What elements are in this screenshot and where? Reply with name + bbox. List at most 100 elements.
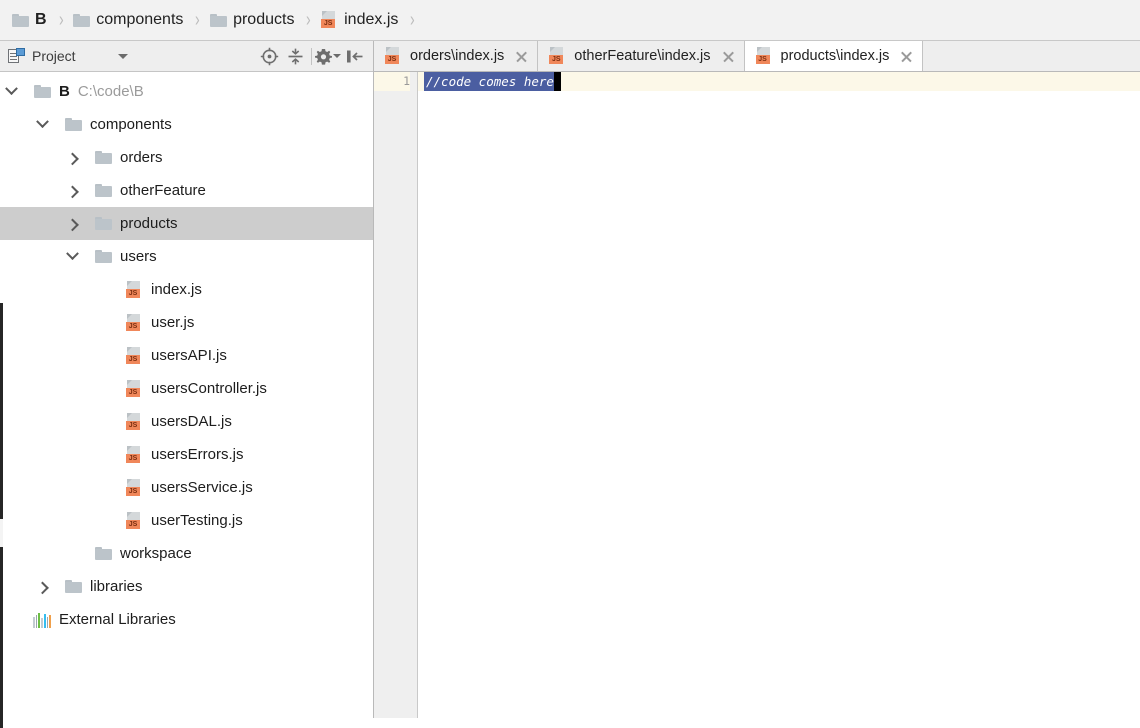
- tree-row-otherfeature[interactable]: otherFeature: [0, 174, 373, 207]
- project-view-icon: [8, 48, 25, 64]
- hide-panel-button[interactable]: [341, 44, 367, 68]
- tree-row-usertesting-js[interactable]: JS userTesting.js: [0, 504, 373, 537]
- breadcrumb-separator: ›: [306, 9, 312, 31]
- tree-row-components[interactable]: components: [0, 108, 373, 141]
- chevron-down-icon: [333, 54, 341, 58]
- tree-row-libraries[interactable]: libraries: [0, 570, 373, 603]
- tab-otherfeature-index-js[interactable]: JS otherFeature\index.js: [538, 41, 745, 71]
- breadcrumb-label: B: [35, 11, 47, 28]
- tree-row-b[interactable]: B C:\code\B: [0, 75, 373, 108]
- folder-icon: [210, 13, 228, 27]
- gear-icon: [315, 48, 332, 65]
- folder-icon: [12, 13, 29, 27]
- tree-label: users: [120, 248, 157, 265]
- chevron-down-icon: [65, 247, 79, 261]
- tree-row-products[interactable]: products: [0, 207, 373, 240]
- js-file-icon: JS: [126, 445, 143, 464]
- tree-label: B: [59, 83, 70, 100]
- breadcrumb-item-products[interactable]: products: [208, 0, 296, 40]
- breadcrumb-item-components[interactable]: components: [71, 0, 185, 40]
- line-number: 1: [374, 72, 410, 91]
- line-number-gutter: 1: [374, 72, 418, 718]
- tree-row-workspace[interactable]: workspace: [0, 537, 373, 570]
- chevron-right-icon: [65, 185, 79, 199]
- breadcrumb: B › components › products › JS index.js …: [0, 0, 1140, 41]
- tree-label: libraries: [90, 578, 143, 595]
- window-edge-strip: [0, 303, 3, 728]
- close-icon[interactable]: [721, 49, 736, 64]
- expand-toggle[interactable]: [31, 570, 53, 603]
- code-editor[interactable]: 1 //code comes here: [374, 72, 1140, 718]
- tree-label: usersAPI.js: [151, 347, 227, 364]
- tree-row-usersservice-js[interactable]: JS usersService.js: [0, 471, 373, 504]
- js-file-icon: JS: [126, 511, 143, 530]
- folder-icon: [73, 13, 91, 27]
- tree-row-external-libraries[interactable]: External Libraries: [0, 603, 373, 636]
- project-toolbar: Project: [0, 41, 373, 72]
- folder-icon: [95, 547, 112, 560]
- folder-icon: [95, 217, 112, 230]
- text-caret: [553, 72, 561, 91]
- expand-toggle[interactable]: [61, 174, 83, 207]
- close-icon[interactable]: [899, 49, 914, 64]
- tree-row-userscontroller-js[interactable]: JS usersController.js: [0, 372, 373, 405]
- expand-toggle[interactable]: [31, 108, 53, 141]
- tree-row-index-js[interactable]: JS index.js: [0, 273, 373, 306]
- folder-icon: [95, 151, 112, 164]
- close-icon[interactable]: [514, 49, 529, 64]
- tree-row-users[interactable]: users: [0, 240, 373, 273]
- tree-row-userserrors-js[interactable]: JS usersErrors.js: [0, 438, 373, 471]
- breadcrumb-separator: ›: [195, 9, 201, 31]
- code-content[interactable]: //code comes here: [418, 72, 1140, 718]
- tab-label: otherFeature\index.js: [574, 48, 711, 64]
- breadcrumb-separator: ›: [410, 9, 416, 31]
- project-tree[interactable]: B C:\code\B components orders otherFeatu…: [0, 72, 373, 718]
- scrollbar-thumb[interactable]: [0, 519, 3, 547]
- project-view-selector[interactable]: Project: [8, 48, 76, 64]
- scroll-from-source-button[interactable]: [256, 44, 282, 68]
- tree-label: usersService.js: [151, 479, 253, 496]
- tree-label: otherFeature: [120, 182, 206, 199]
- selected-code-text: //code comes here: [424, 72, 554, 91]
- breadcrumb-label: components: [96, 11, 184, 28]
- js-file-icon: JS: [385, 47, 402, 65]
- chevron-down-icon: [4, 82, 18, 96]
- tree-row-usersapi-js[interactable]: JS usersAPI.js: [0, 339, 373, 372]
- tab-products-index-js[interactable]: JS products\index.js: [744, 41, 924, 71]
- breadcrumb-item-b[interactable]: B: [10, 0, 49, 40]
- expand-toggle[interactable]: [61, 207, 83, 240]
- tree-label: products: [120, 215, 178, 232]
- collapse-all-icon: [288, 48, 302, 64]
- editor-area: JS orders\index.js JS otherFeature\index…: [374, 41, 1140, 718]
- tab-label: products\index.js: [780, 48, 890, 64]
- js-file-icon: JS: [126, 280, 143, 299]
- tab-orders-index-js[interactable]: JS orders\index.js: [374, 41, 539, 71]
- code-line-1[interactable]: //code comes here: [418, 72, 1140, 91]
- tree-label: usersController.js: [151, 380, 267, 397]
- chevron-down-icon[interactable]: [117, 53, 128, 59]
- expand-toggle[interactable]: [61, 240, 83, 273]
- main-area: Project B C:\code\B components orders ot…: [0, 41, 1140, 728]
- settings-button[interactable]: [315, 44, 341, 68]
- js-file-icon: JS: [321, 11, 338, 29]
- js-file-icon: JS: [126, 478, 143, 497]
- tree-label: usersErrors.js: [151, 446, 244, 463]
- tab-label: orders\index.js: [410, 48, 505, 64]
- breadcrumb-item-index-js[interactable]: JS index.js: [319, 0, 400, 40]
- hide-panel-icon: [346, 50, 362, 62]
- tree-row-usersdal-js[interactable]: JS usersDAL.js: [0, 405, 373, 438]
- expand-toggle[interactable]: [61, 141, 83, 174]
- chevron-right-icon: [65, 218, 79, 232]
- folder-icon: [95, 250, 112, 263]
- tree-row-user-js[interactable]: JS user.js: [0, 306, 373, 339]
- js-file-icon: JS: [126, 412, 143, 431]
- project-view-label: Project: [32, 48, 76, 64]
- expand-toggle[interactable]: [0, 75, 22, 108]
- folder-icon: [65, 118, 82, 131]
- breadcrumb-separator: ›: [58, 9, 64, 31]
- editor-tab-bar: JS orders\index.js JS otherFeature\index…: [374, 41, 1140, 72]
- collapse-all-button[interactable]: [282, 44, 308, 68]
- breadcrumb-label: index.js: [344, 11, 399, 28]
- tree-label: usersDAL.js: [151, 413, 232, 430]
- tree-row-orders[interactable]: orders: [0, 141, 373, 174]
